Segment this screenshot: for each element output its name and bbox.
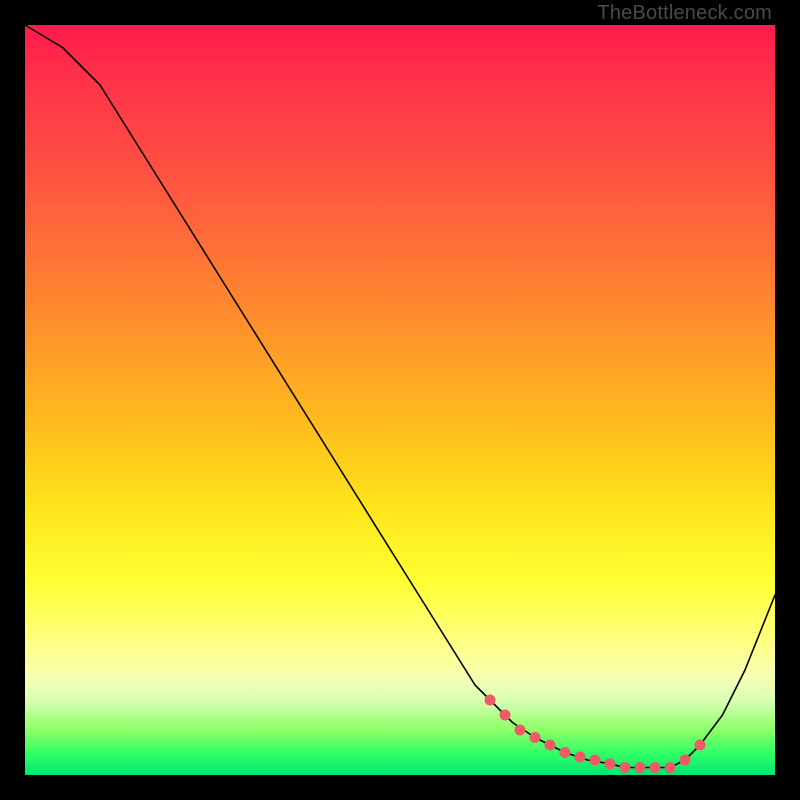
chart-svg xyxy=(25,25,775,775)
highlight-marker xyxy=(635,762,646,773)
highlight-marker xyxy=(605,758,616,769)
chart-frame xyxy=(25,25,775,775)
bottleneck-curve xyxy=(25,25,775,768)
highlight-marker xyxy=(560,747,571,758)
highlight-marker xyxy=(590,755,601,766)
highlight-marker xyxy=(515,725,526,736)
highlight-marker xyxy=(620,762,631,773)
highlight-marker xyxy=(530,732,541,743)
watermark-text: TheBottleneck.com xyxy=(597,2,772,25)
highlight-marker xyxy=(575,752,586,763)
highlight-marker xyxy=(650,762,661,773)
highlight-marker xyxy=(665,762,676,773)
highlight-marker xyxy=(680,755,691,766)
highlight-markers xyxy=(485,695,706,774)
highlight-marker xyxy=(500,710,511,721)
highlight-marker xyxy=(695,740,706,751)
highlight-marker xyxy=(485,695,496,706)
highlight-marker xyxy=(545,740,556,751)
